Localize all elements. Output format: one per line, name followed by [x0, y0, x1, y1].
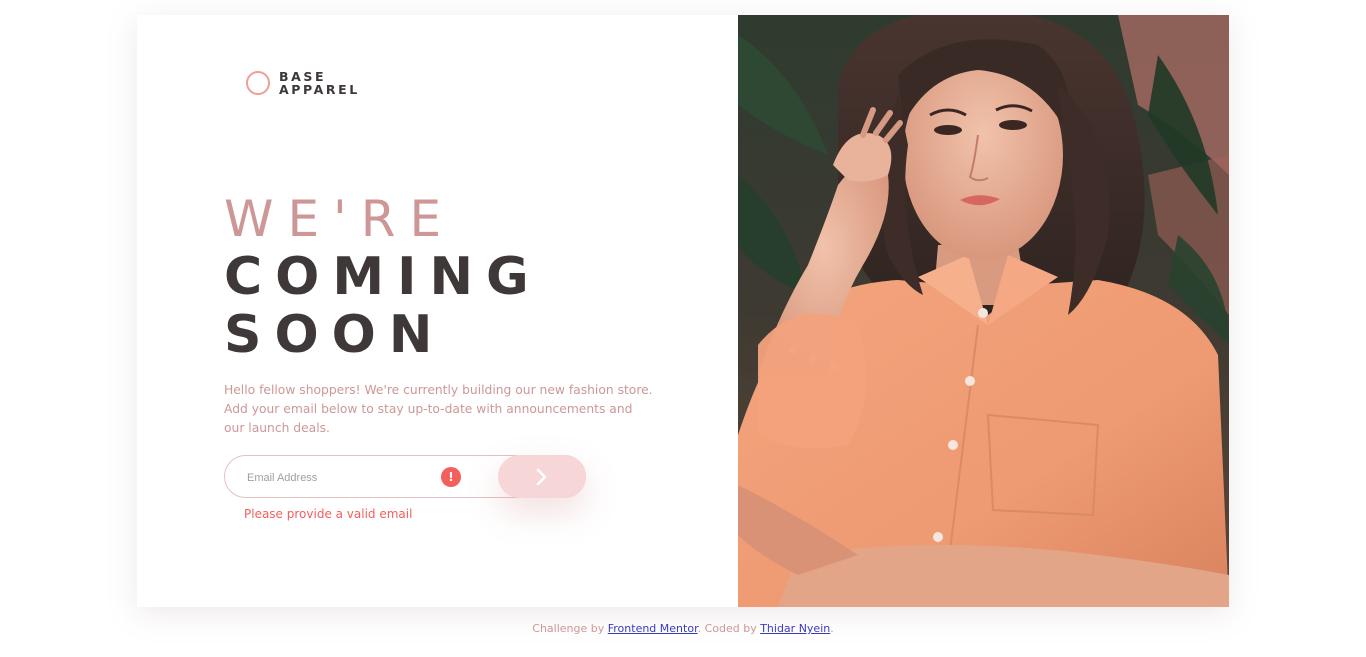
page-headline: WE'RE COMING SOON	[224, 190, 704, 364]
intro-text: Hello fellow shoppers! We're currently b…	[224, 383, 653, 435]
author-link[interactable]: Thidar Nyein	[760, 622, 830, 635]
submit-button[interactable]	[498, 455, 586, 498]
content-panel: BASE APPAREL WE'RE COMING SOON Hello fel…	[137, 15, 738, 607]
footer-middle: . Coded by	[697, 622, 761, 635]
logo-text: BASE APPAREL	[279, 70, 360, 96]
logo-ring-icon	[246, 71, 270, 95]
logo-line-apparel: APPAREL	[279, 82, 360, 97]
exclamation-icon: !	[441, 467, 461, 487]
headline-coming: COMING	[224, 247, 542, 307]
hero-image	[738, 15, 1229, 607]
footer-suffix: .	[830, 622, 834, 635]
headline-soon: SOON	[224, 305, 446, 365]
attribution-footer: Challenge by Frontend Mentor. Coded by T…	[0, 622, 1366, 635]
hero-photo-illustration	[738, 15, 1229, 607]
brand-logo[interactable]: BASE APPAREL	[246, 70, 376, 100]
error-message: Please provide a valid email	[244, 507, 413, 521]
frontend-mentor-link[interactable]: Frontend Mentor	[608, 622, 698, 635]
footer-prefix: Challenge by	[532, 622, 608, 635]
chevron-right-icon	[536, 468, 547, 486]
headline-were: WE'RE	[224, 190, 456, 248]
email-input[interactable]	[245, 456, 439, 499]
subscribe-form: !	[224, 455, 586, 499]
main-card: BASE APPAREL WE'RE COMING SOON Hello fel…	[137, 15, 1229, 607]
